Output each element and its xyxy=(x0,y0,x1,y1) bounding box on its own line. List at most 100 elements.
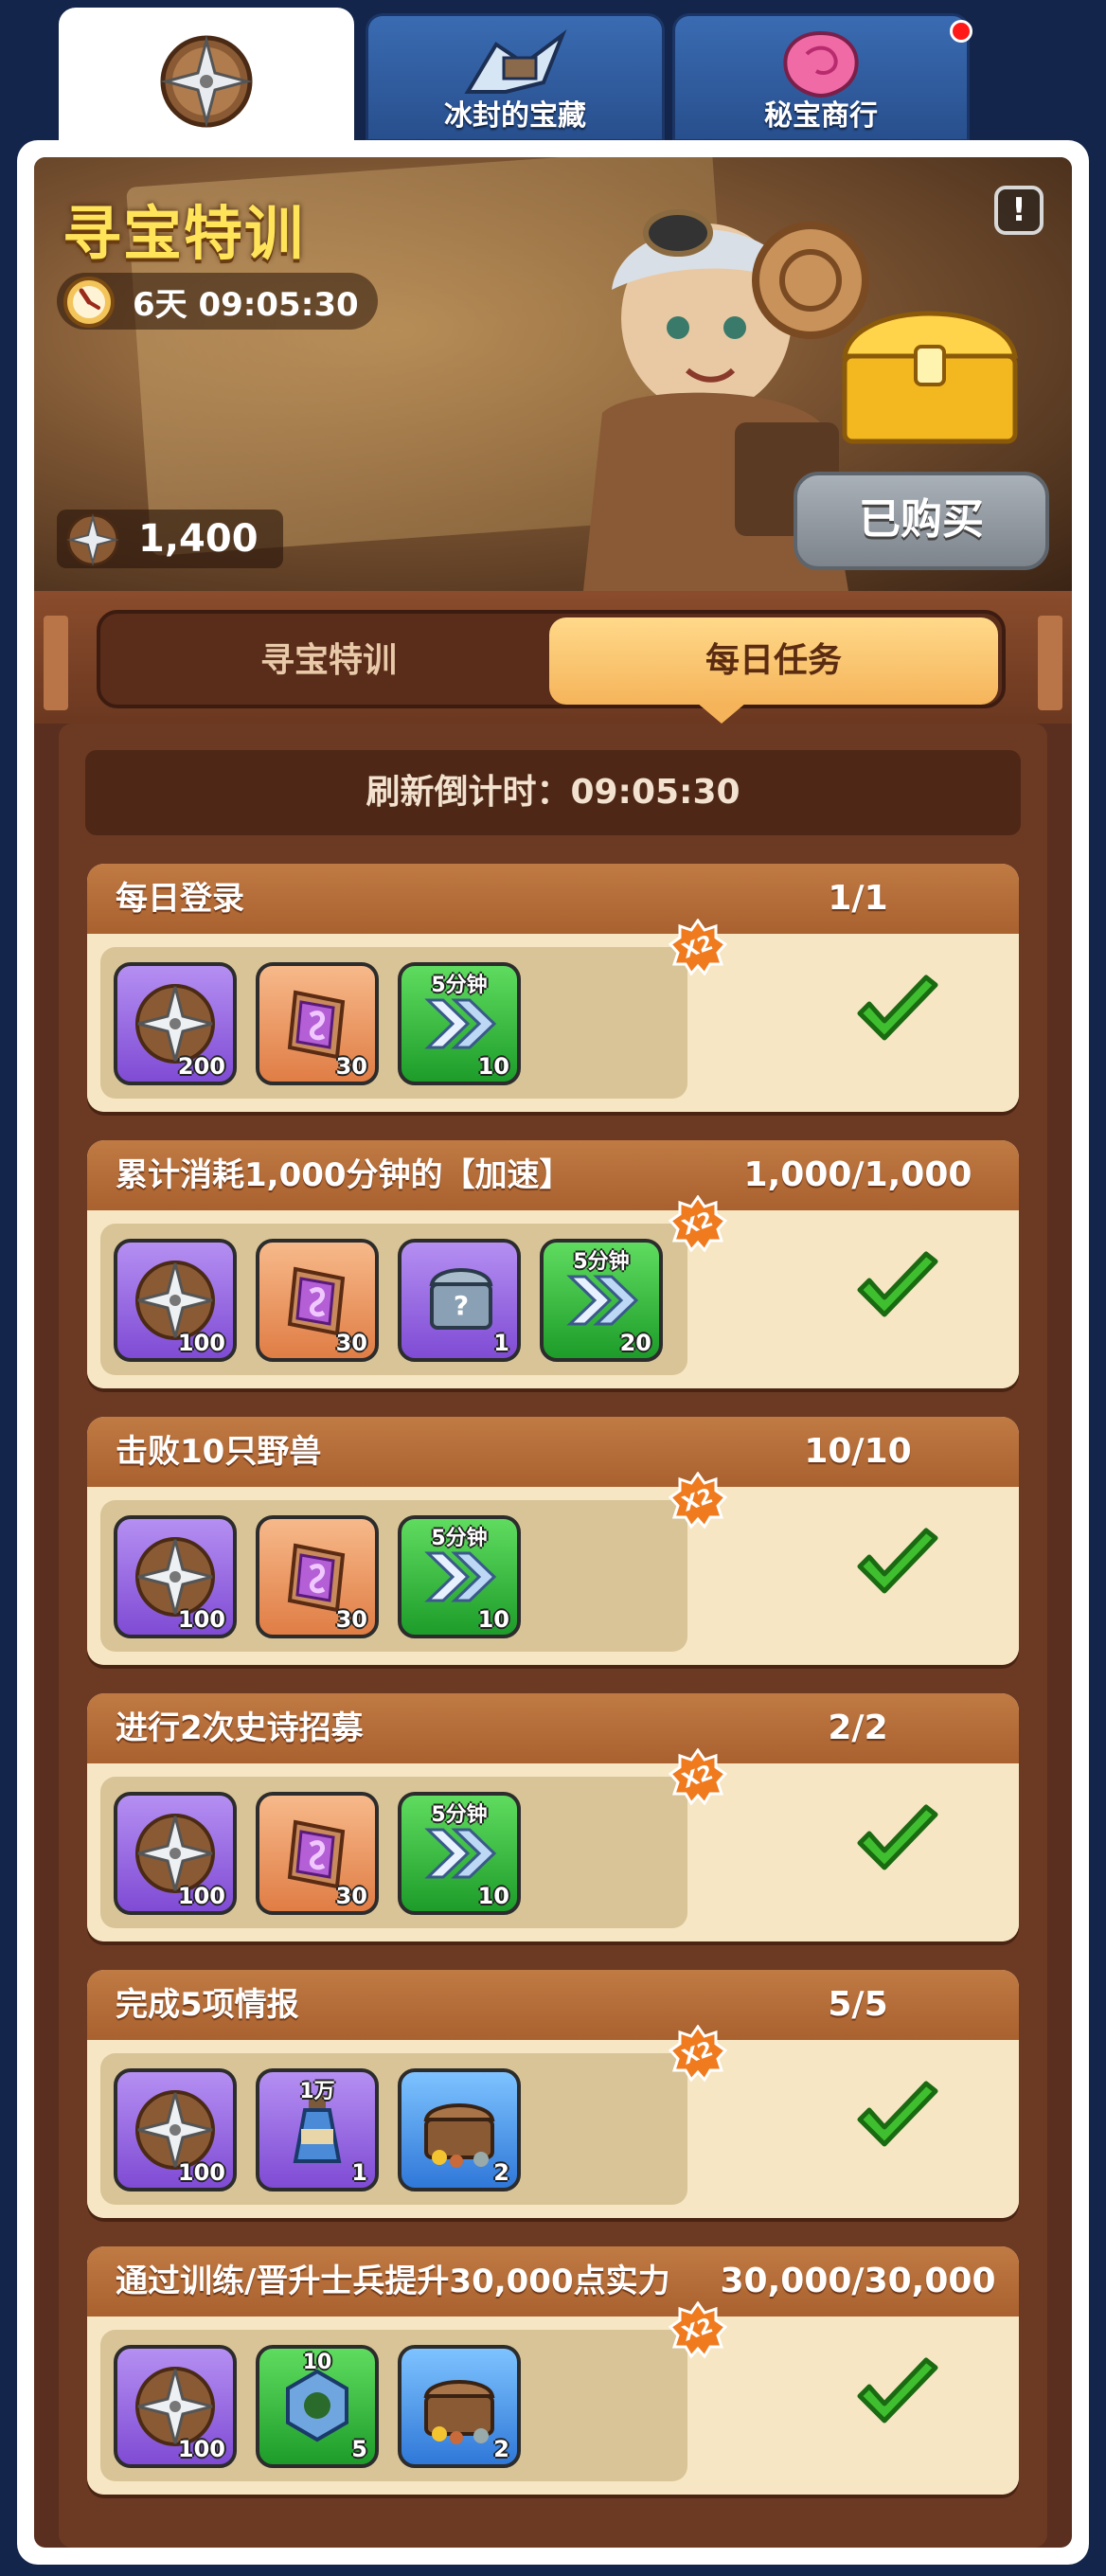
multiplier-badge: X2 xyxy=(668,2300,728,2360)
multiplier-badge: X2 xyxy=(668,1194,728,1254)
multiplier-badge: X2 xyxy=(668,918,728,977)
segment-training[interactable]: 寻宝特训 xyxy=(104,617,553,705)
reward-item-resource-chest[interactable]: 2 xyxy=(398,2068,521,2191)
tab-treasure-shop[interactable]: 秘宝商行 xyxy=(672,13,972,142)
task-card: 累计消耗1,000分钟的【加速】 1,000/1,000 100 30? 1 5分钟 20 X… xyxy=(87,1140,1019,1388)
segment-area: 寻宝特训 每日任务 xyxy=(34,591,1072,724)
reward-label: 10 xyxy=(302,2351,332,2374)
reward-item-scroll[interactable]: 30 xyxy=(256,1792,379,1915)
reward-count: 30 xyxy=(335,1606,367,1633)
reward-strip: 100 30 5分钟 10 X2 xyxy=(100,1471,728,1652)
reward-count: 10 xyxy=(477,1606,509,1633)
reward-label: 1万 xyxy=(299,2080,335,2103)
reward-label: 5分钟 xyxy=(431,1803,488,1827)
task-title: 进行2次史诗招募 xyxy=(116,1709,364,1747)
task-card: 通过训练/晋升士兵提升30,000点实力 30,000/30,000 100 10 5 2… xyxy=(87,2246,1019,2495)
task-list[interactable]: 刷新倒计时：09:05:30 每日登录 1/1 200 30 5分钟 10 X2 累计消耗1,… xyxy=(59,724,1047,2548)
task-header: 完成5项情报 5/5 xyxy=(87,1970,1019,2040)
reward-strip: 100 10 5 2 X2 xyxy=(100,2300,728,2481)
gold-chest-icon xyxy=(842,311,1018,444)
checkmark-icon xyxy=(852,2080,943,2159)
panel-content: 寻宝特训 6天 09:05:30 1,400 ! 已购买 寻宝特训 每日任务 刷… xyxy=(34,157,1072,2548)
reward-count: 1 xyxy=(493,1330,509,1356)
reward-count: 1 xyxy=(351,2159,367,2186)
reward-count: 100 xyxy=(177,2436,225,2462)
refresh-countdown: 刷新倒计时：09:05:30 xyxy=(85,750,1021,835)
checkmark-icon xyxy=(852,2356,943,2436)
reward-count: 30 xyxy=(335,1053,367,1080)
reward-strip: 100 1万 1 2 X2 xyxy=(100,2024,728,2205)
reward-item-scroll[interactable]: 30 xyxy=(256,1515,379,1638)
task-header: 累计消耗1,000分钟的【加速】 1,000/1,000 xyxy=(87,1140,1019,1210)
reward-label: 5分钟 xyxy=(431,1527,488,1550)
tab-training[interactable] xyxy=(59,8,354,150)
reward-count: 100 xyxy=(177,1883,225,1909)
task-body: 100 30 5分钟 10 X2 xyxy=(87,1471,1019,1665)
reward-item-shuriken[interactable]: 100 xyxy=(114,1515,237,1638)
event-banner: 寻宝特训 6天 09:05:30 1,400 ! 已购买 xyxy=(34,157,1072,591)
rail-left xyxy=(44,616,68,710)
segment-control: 寻宝特训 每日任务 xyxy=(97,610,1006,708)
reward-strip: 100 30 5分钟 10 X2 xyxy=(100,1747,728,1928)
reward-item-speedup[interactable]: 5分钟 10 xyxy=(398,962,521,1085)
frozen-treasure-icon xyxy=(458,26,572,105)
checkmark-icon xyxy=(852,1803,943,1883)
reward-count: 20 xyxy=(619,1330,651,1356)
task-header: 击败10只野兽 10/10 xyxy=(87,1417,1019,1487)
reward-count: 10 xyxy=(477,1883,509,1909)
segment-daily-tasks[interactable]: 每日任务 xyxy=(549,617,998,705)
task-body: 100 10 5 2 X2 xyxy=(87,2300,1019,2495)
reward-label: 5分钟 xyxy=(431,974,488,997)
checkmark-icon xyxy=(852,1527,943,1606)
purchased-button[interactable]: 已购买 xyxy=(794,472,1049,570)
reward-count: 5 xyxy=(351,2436,367,2462)
reward-item-mystery-chest[interactable]: ? 1 xyxy=(398,1239,521,1362)
task-progress: 2/2 xyxy=(828,1708,888,1747)
task-title: 累计消耗1,000分钟的【加速】 xyxy=(116,1156,572,1194)
task-body: 100 30? 1 5分钟 20 X2 xyxy=(87,1194,1019,1388)
multiplier-badge: X2 xyxy=(668,2024,728,2084)
reward-count: 2 xyxy=(493,2159,509,2186)
svg-text:?: ? xyxy=(454,1290,469,1321)
reward-item-shuriken[interactable]: 100 xyxy=(114,1792,237,1915)
reward-strip: 100 30? 1 5分钟 20 X2 xyxy=(100,1194,728,1375)
reward-item-shuriken[interactable]: 100 xyxy=(114,2345,237,2468)
reward-label: 5分钟 xyxy=(573,1250,630,1274)
reward-item-speedup[interactable]: 5分钟 10 xyxy=(398,1792,521,1915)
task-title: 完成5项情报 xyxy=(116,1986,299,2024)
clock-icon xyxy=(62,276,116,332)
multiplier-badge: X2 xyxy=(668,1747,728,1807)
reward-item-shuriken[interactable]: 100 xyxy=(114,1239,237,1362)
currency-display: 1,400 xyxy=(57,510,283,568)
task-header: 通过训练/晋升士兵提升30,000点实力 30,000/30,000 xyxy=(87,2246,1019,2317)
reward-item-shuriken[interactable]: 100 xyxy=(114,2068,237,2191)
info-button[interactable]: ! xyxy=(994,186,1044,235)
top-tab-bar: 冰封的宝藏 秘宝商行 xyxy=(0,0,1106,150)
reward-count: 200 xyxy=(177,1053,225,1080)
task-body: 100 1万 1 2 X2 xyxy=(87,2024,1019,2218)
reward-item-shuriken[interactable]: 200 xyxy=(114,962,237,1085)
task-header: 每日登录 1/1 xyxy=(87,864,1019,934)
main-panel: 寻宝特训 6天 09:05:30 1,400 ! 已购买 寻宝特训 每日任务 刷… xyxy=(17,140,1089,2565)
checkmark-icon xyxy=(852,1250,943,1330)
currency-amount: 1,400 xyxy=(138,517,259,561)
rose-gem-icon xyxy=(769,26,873,105)
reward-item-gear-nut[interactable]: 10 5 xyxy=(256,2345,379,2468)
reward-strip: 200 30 5分钟 10 X2 xyxy=(100,918,728,1099)
tab-frozen-treasure[interactable]: 冰封的宝藏 xyxy=(366,13,665,142)
reward-count: 100 xyxy=(177,1606,225,1633)
shuriken-compass-icon xyxy=(154,29,259,137)
reward-item-speedup[interactable]: 5分钟 10 xyxy=(398,1515,521,1638)
checkmark-icon xyxy=(852,974,943,1053)
timer-value: 6天 09:05:30 xyxy=(133,285,359,324)
notification-dot xyxy=(950,20,972,43)
reward-item-speedup[interactable]: 5分钟 20 xyxy=(540,1239,663,1362)
task-progress: 30,000/30,000 xyxy=(720,2262,996,2300)
reward-item-resource-chest[interactable]: 2 xyxy=(398,2345,521,2468)
reward-item-potion[interactable]: 1万 1 xyxy=(256,2068,379,2191)
task-card: 击败10只野兽 10/10 100 30 5分钟 10 X2 xyxy=(87,1417,1019,1665)
task-card: 进行2次史诗招募 2/2 100 30 5分钟 10 X2 xyxy=(87,1693,1019,1941)
reward-item-scroll[interactable]: 30 xyxy=(256,1239,379,1362)
task-progress: 5/5 xyxy=(828,1985,888,2024)
reward-item-scroll[interactable]: 30 xyxy=(256,962,379,1085)
